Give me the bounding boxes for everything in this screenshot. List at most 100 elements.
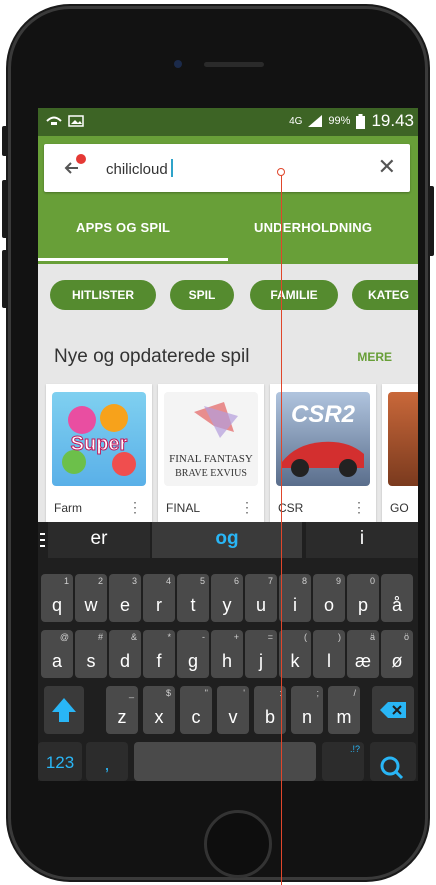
key-hint: $ — [165, 688, 171, 698]
key-label: m — [336, 707, 352, 727]
app-name: GO — [390, 501, 409, 515]
key-label: c — [191, 707, 201, 727]
key-hint: 5 — [199, 576, 205, 586]
key-u[interactable]: 7u — [245, 574, 277, 622]
key-label: k — [290, 651, 300, 671]
key-t[interactable]: 5t — [177, 574, 209, 622]
key-label: ø — [391, 651, 403, 671]
ff-art-line1: FINAL FANTASY — [169, 453, 253, 465]
comma-key[interactable]: , — [86, 742, 128, 781]
key-label: g — [187, 651, 198, 671]
key-l[interactable]: ) l — [313, 630, 345, 678]
volume-down-button — [2, 250, 8, 308]
clock: 19.43 — [371, 111, 414, 130]
more-vert-icon[interactable]: ⋮ — [128, 499, 142, 516]
chip-spil[interactable]: SPIL — [170, 280, 234, 310]
suggestion-i[interactable]: i — [306, 522, 418, 558]
csr2-icon: CSR2 — [276, 392, 370, 486]
key-m[interactable]: / m — [328, 686, 360, 734]
ff-art-line2: BRAVE EXVIUS — [175, 468, 247, 479]
more-link[interactable]: MERE — [357, 350, 392, 364]
menu-icon[interactable] — [40, 532, 45, 548]
key-e[interactable]: 3e — [109, 574, 141, 622]
section-title: Nye og opdaterede spil — [54, 346, 250, 367]
header: chilicloud ✕ APPS OG SPIL UNDERHOLDNING — [38, 136, 418, 264]
key-y[interactable]: 6y — [211, 574, 243, 622]
key-h[interactable]: + h — [211, 630, 243, 678]
screen: 4G 99% 19.43 chilicloud ✕ APPS OG SPIL U… — [38, 108, 418, 781]
key-å[interactable]: å — [381, 574, 413, 622]
status-right: 4G 99% 19.43 — [289, 111, 414, 131]
key-i[interactable]: 8i — [279, 574, 311, 622]
app-card[interactable]: Super Farm ⋮ — [46, 384, 152, 526]
key-s[interactable]: # s — [75, 630, 107, 678]
chip-kategorier[interactable]: KATEG — [352, 280, 418, 310]
key-g[interactable]: -g — [177, 630, 209, 678]
key-v[interactable]: ' v — [217, 686, 249, 734]
key-label: p — [357, 595, 368, 615]
suggestion-er[interactable]: er — [48, 522, 150, 558]
key-z[interactable]: _ z — [106, 686, 138, 734]
key-hint: ( — [304, 632, 307, 642]
numbers-key[interactable]: 123 — [38, 742, 82, 781]
app-card[interactable]: GO — [382, 384, 418, 526]
network-type: 4G — [289, 115, 303, 127]
search-icon — [380, 756, 404, 780]
key-r[interactable]: 4r — [143, 574, 175, 622]
keyboard: er og i 1q2w3e4r5t6y7u8i9o0på @ a # s & d * f - g… — [38, 522, 418, 781]
key-hint: ö — [403, 632, 409, 642]
search-bar[interactable]: chilicloud ✕ — [44, 144, 410, 192]
key-label: o — [323, 595, 334, 615]
more-vert-icon[interactable]: ⋮ — [240, 499, 254, 516]
backspace-key[interactable] — [372, 686, 414, 734]
key-o[interactable]: 9o — [313, 574, 345, 622]
key-ø[interactable]: öø — [381, 630, 413, 678]
key-k[interactable]: (k — [279, 630, 311, 678]
key-æ[interactable]: äæ — [347, 630, 379, 678]
key-hint: * — [167, 632, 171, 642]
text-caret — [170, 159, 173, 177]
key-label: x — [154, 707, 164, 727]
suggestion-og[interactable]: og — [152, 522, 302, 558]
search-key[interactable] — [370, 742, 416, 781]
key-label: d — [119, 651, 130, 671]
period-hint: .!? — [349, 744, 360, 754]
key-label: f — [156, 651, 162, 671]
key-label: z — [117, 707, 127, 727]
key-hint: 6 — [233, 576, 239, 586]
home-button[interactable] — [204, 810, 272, 878]
cursor-line — [281, 173, 282, 885]
tab-underholdning[interactable]: UNDERHOLDNING — [254, 220, 372, 235]
space-key[interactable] — [134, 742, 316, 781]
key-hint: ' — [243, 688, 245, 698]
volume-up-button — [2, 180, 8, 238]
key-hint: 4 — [165, 576, 171, 586]
key-w[interactable]: 2w — [75, 574, 107, 622]
search-query[interactable]: chilicloud — [106, 159, 173, 178]
chip-familie[interactable]: FAMILIE — [250, 280, 338, 310]
key-c[interactable]: " c — [180, 686, 212, 734]
key-label: y — [222, 595, 232, 615]
shift-key[interactable] — [44, 686, 84, 734]
key-hint: + — [233, 632, 239, 642]
key-n[interactable]: ; n — [291, 686, 323, 734]
key-f[interactable]: * f — [143, 630, 175, 678]
more-vert-icon[interactable]: ⋮ — [352, 499, 366, 516]
key-hint: " — [204, 688, 208, 698]
key-d[interactable]: & d — [109, 630, 141, 678]
tab-apps-og-spil[interactable]: APPS OG SPIL — [76, 220, 170, 235]
key-x[interactable]: $ x — [143, 686, 175, 734]
key-j[interactable]: = j — [245, 630, 277, 678]
image-icon — [68, 115, 84, 127]
period-key[interactable]: .!? — [322, 742, 364, 781]
key-q[interactable]: 1q — [41, 574, 73, 622]
key-p[interactable]: 0p — [347, 574, 379, 622]
key-hint: = — [267, 632, 273, 642]
app-card[interactable]: FINAL FANTASY BRAVE EXVIUS FINAL ⋮ — [158, 384, 264, 526]
chip-hitlister[interactable]: HITLISTER — [50, 280, 156, 310]
key-a[interactable]: @ a — [41, 630, 73, 678]
clear-icon[interactable]: ✕ — [378, 156, 396, 178]
key-hint: - — [202, 632, 205, 642]
app-card[interactable]: CSR2 CSR ⋮ — [270, 384, 376, 526]
key-hint: _ — [128, 688, 134, 698]
